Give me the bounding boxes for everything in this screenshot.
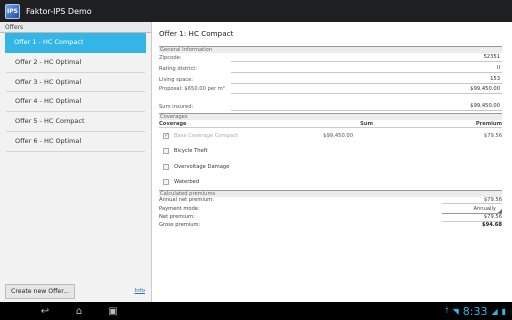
app-icon-label: IPS [7, 7, 18, 15]
coverage-row: Base Coverage Compact $99,450.00 $79.56 [159, 128, 502, 144]
proposal-value: $99,450.00 [231, 86, 502, 95]
offer-item-4[interactable]: Offer 4 - HC Optimal [6, 92, 145, 113]
status-area: ⭡ ◥ 8:33 ◢ ▮ [445, 305, 506, 318]
sum-insured-row: Sum insured: $99,450.00 [159, 102, 502, 113]
sum-column: Sum [360, 120, 373, 127]
dropdown-arrow-icon [498, 209, 502, 214]
zipcode-label: Zipcode: [159, 55, 182, 62]
net-premium-value: $79.56 [442, 214, 502, 222]
living-space-field[interactable]: 153 [231, 76, 502, 84]
coverage-premium: $79.56 [483, 132, 502, 139]
home-icon[interactable]: ⌂ [62, 306, 96, 317]
payment-mode-dropdown[interactable]: Annually [442, 204, 502, 215]
premium-column: Premium [475, 120, 502, 127]
zipcode-field[interactable]: 52351 [231, 54, 502, 63]
offer-item-1[interactable]: Offer 1 - HC Compact [5, 33, 146, 53]
proposal-label: Proposal: $650.00 per m² [159, 86, 225, 93]
rating-label: Rating district: [159, 66, 198, 73]
offer-item-3[interactable]: Offer 3 - HC Optimal [6, 73, 145, 93]
coverage-row: Waterbed [159, 174, 502, 190]
offers-footer: Create new Offer... Info [0, 280, 152, 302]
annual-premium-row: Annual net premium: $79.56 [159, 197, 502, 205]
coverage-checkbox-base [163, 132, 169, 139]
app-icon[interactable]: IPS [5, 3, 20, 19]
signal-icon: ◢ [491, 306, 498, 316]
action-bar: IPS Faktor-IPS Demo [0, 0, 512, 22]
proposal-row: Proposal: $650.00 per m² $99,450.00 [159, 85, 502, 102]
coverage-row: Bicycle Theft [159, 143, 502, 159]
gross-premium-row: Gross premium: $94.68 [159, 222, 502, 230]
living-space-label: Living space: [159, 76, 194, 83]
usb-icon: ⭡ [444, 306, 449, 315]
annual-premium-label: Annual net premium: [159, 196, 214, 203]
offer-item-5[interactable]: Offer 5 - HC Compact [6, 112, 145, 132]
coverage-checkbox-waterbed[interactable] [163, 179, 169, 185]
coverage-name: Base Coverage Compact [174, 132, 238, 139]
sum-insured-field[interactable]: $99,450.00 [231, 103, 502, 112]
coverage-name: Overvoltage Damage [174, 163, 230, 170]
coverages-header: Coverages [159, 112, 502, 120]
app-title: Faktor-IPS Demo [26, 6, 92, 16]
system-nav-bar: ↩ ⌂ ▣ ⭡ ◥ 8:33 ◢ ▮ [0, 302, 512, 320]
rating-row: Rating district: II [159, 64, 502, 75]
coverage-name: Waterbed [174, 179, 200, 185]
coverage-sum: $99,450.00 [323, 132, 353, 139]
coverage-column: Coverage [159, 120, 187, 127]
coverage-row: Overvoltage Damage [159, 159, 502, 175]
offer-item-6[interactable]: Offer 6 - HC Optimal [6, 132, 145, 152]
living-space-row: Living space: 153 [159, 74, 502, 85]
offers-pane: Offers Offer 1 - HC Compact Offer 2 - HC… [0, 22, 152, 302]
coverages-column-headers: Coverage Sum Premium [159, 120, 502, 128]
calculated-premiums-header: Calculated premiums [159, 189, 502, 197]
clock: 8:33 [462, 304, 488, 318]
back-icon[interactable]: ↩ [28, 306, 62, 317]
wifi-icon: ◥ [452, 306, 459, 316]
offer-list: Offer 1 - HC Compact Offer 2 - HC Optima… [0, 33, 151, 152]
offer-item-2[interactable]: Offer 2 - HC Optimal [6, 53, 145, 73]
sum-insured-label: Sum insured: [159, 104, 194, 111]
payment-mode-row: Payment mode: Annually [159, 204, 502, 215]
create-offer-button[interactable]: Create new Offer... [5, 283, 76, 299]
main-content: Offers Offer 1 - HC Compact Offer 2 - HC… [0, 22, 512, 302]
general-info-header: General Information [159, 46, 502, 53]
rating-value: II [231, 65, 502, 74]
zipcode-row: Zipcode: 52351 [159, 53, 502, 64]
net-premium-row: Net premium: $79.56 [159, 214, 502, 222]
net-premium-label: Net premium: [159, 214, 195, 221]
recent-apps-icon[interactable]: ▣ [96, 306, 130, 317]
annual-premium-value: $79.56 [442, 197, 502, 205]
battery-icon: ▮ [501, 306, 506, 316]
offer-title: Offer 1: HC Compact [159, 29, 234, 38]
payment-mode-label: Payment mode: [159, 206, 200, 213]
gross-premium-value: $94.68 [481, 221, 502, 228]
info-link[interactable]: Info [135, 288, 145, 294]
coverage-checkbox-bicycle[interactable] [163, 148, 169, 154]
coverage-name: Bicycle Theft [174, 148, 208, 154]
nav-buttons: ↩ ⌂ ▣ [28, 306, 130, 317]
offers-header: Offers [0, 22, 151, 33]
payment-mode-value: Annually [473, 206, 496, 213]
gross-premium-label: Gross premium: [159, 221, 201, 228]
offer-detail-pane: Offer 1: HC Compact General Information … [153, 22, 512, 302]
coverage-checkbox-overvoltage[interactable] [163, 163, 169, 170]
